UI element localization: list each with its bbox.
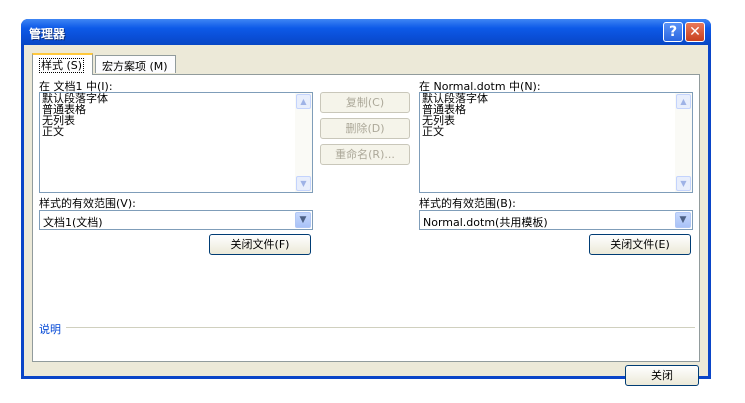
scroll-down-icon[interactable]: ▼	[676, 176, 691, 191]
tab-styles[interactable]: 样式 (S)	[32, 53, 93, 75]
left-scrollbar[interactable]: ▲ ▼	[295, 93, 312, 192]
list-item[interactable]: 正文	[40, 126, 312, 137]
left-scope-value: 文档1(文档)	[43, 216, 103, 229]
copy-button[interactable]: 复制(C)	[320, 92, 410, 113]
tab-styles-accel: (S)	[66, 59, 83, 72]
dialog-body: 样式 (S) 宏方案项 (M) 在 文档1 中(I): 默认段落字体 普通表格 …	[24, 45, 708, 386]
list-item[interactable]: 普通表格	[420, 104, 692, 115]
right-scope-value: Normal.dotm(共用模板)	[423, 216, 548, 229]
close-button[interactable]: 关闭	[625, 365, 699, 386]
list-item[interactable]: 无列表	[40, 115, 312, 126]
list-item[interactable]: 普通表格	[40, 104, 312, 115]
manager-dialog: 管理器 ? ✕ 样式 (S) 宏方案项 (M) 在 文档1 中(I): 默认段落…	[21, 19, 711, 386]
tab-styles-label: 样式	[41, 59, 63, 72]
scroll-down-icon[interactable]: ▼	[296, 176, 311, 191]
window-title: 管理器	[29, 27, 66, 41]
left-scope-select[interactable]: 文档1(文档) ▼	[39, 210, 313, 230]
left-close-file-button[interactable]: 关闭文件(F)	[209, 234, 311, 255]
right-scope-select[interactable]: Normal.dotm(共用模板) ▼	[419, 210, 693, 230]
right-close-file-button[interactable]: 关闭文件(E)	[589, 234, 691, 255]
left-scope-label: 样式的有效范围(V):	[39, 197, 136, 210]
rename-button[interactable]: 重命名(R)...	[320, 144, 410, 165]
scroll-up-icon[interactable]: ▲	[296, 94, 311, 109]
right-style-list[interactable]: 默认段落字体 普通表格 无列表 正文 ▲ ▼	[419, 92, 693, 193]
title-bar[interactable]: 管理器 ? ✕	[21, 19, 711, 45]
styles-panel: 在 文档1 中(I): 默认段落字体 普通表格 无列表 正文 ▲ ▼ 样式的有效…	[32, 74, 700, 362]
left-style-list[interactable]: 默认段落字体 普通表格 无列表 正文 ▲ ▼	[39, 92, 313, 193]
help-button[interactable]: ?	[663, 22, 683, 42]
tab-macro-items[interactable]: 宏方案项 (M)	[95, 55, 176, 73]
tab-macro-accel: (M)	[149, 60, 168, 73]
delete-button[interactable]: 删除(D)	[320, 118, 410, 139]
description-label: 说明	[39, 323, 61, 336]
list-item[interactable]: 正文	[420, 126, 692, 137]
list-item[interactable]: 无列表	[420, 115, 692, 126]
right-scope-label: 样式的有效范围(B):	[419, 197, 516, 210]
dropdown-arrow-icon[interactable]: ▼	[295, 212, 311, 228]
close-window-button[interactable]: ✕	[685, 22, 705, 42]
scroll-up-icon[interactable]: ▲	[676, 94, 691, 109]
tab-macro-label: 宏方案项	[102, 60, 146, 73]
description-divider	[66, 327, 695, 328]
right-scrollbar[interactable]: ▲ ▼	[675, 93, 692, 192]
dropdown-arrow-icon[interactable]: ▼	[675, 212, 691, 228]
